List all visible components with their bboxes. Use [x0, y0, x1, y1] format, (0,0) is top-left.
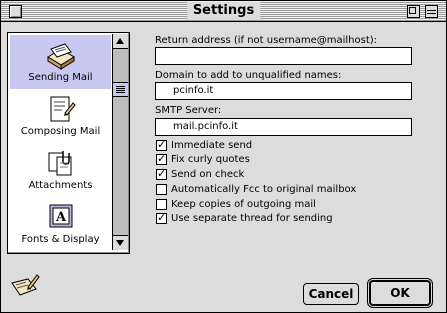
sidebar-item-composing-mail[interactable]: Composing Mail	[10, 89, 111, 143]
sidebar-item-attachments[interactable]: Attachments	[10, 143, 111, 197]
svg-text:A: A	[54, 210, 66, 225]
sidebar-item-label: Composing Mail	[20, 126, 101, 137]
checkbox[interactable]	[156, 199, 167, 210]
scroll-thumb[interactable]	[113, 82, 128, 97]
checkbox[interactable]	[156, 152, 167, 165]
return-address-label: Return address (if not username@mailhost…	[155, 35, 378, 46]
return-address-field[interactable]	[155, 47, 412, 65]
checkbox[interactable]	[156, 138, 167, 151]
window-title: Settings	[186, 2, 261, 20]
composing-mail-icon	[50, 96, 76, 122]
fonts-display-icon: A	[49, 204, 72, 228]
checkbox[interactable]	[156, 184, 167, 195]
option-label: Automatically Fcc to original mailbox	[171, 184, 357, 195]
smtp-server-label: SMTP Server:	[155, 105, 222, 116]
option-label: Immediate send	[171, 140, 253, 151]
sidebar-item-label: Sending Mail	[28, 72, 93, 83]
scroll-down-arrow[interactable]	[113, 235, 128, 250]
domain-label: Domain to add to unqualified names:	[155, 70, 342, 81]
attachments-icon	[48, 151, 71, 176]
title-bar[interactable]: Settings	[1, 1, 446, 22]
settings-category-list: Sending Mail Composing Mail Attachments …	[7, 32, 130, 254]
category-list-content: Sending Mail Composing Mail Attachments …	[10, 35, 111, 249]
option-label: Fix curly quotes	[171, 154, 250, 165]
category-list-scrollbar[interactable]	[112, 34, 128, 250]
sidebar-item-label: Attachments	[28, 180, 93, 191]
option-keep-copies[interactable]: Keep copies of outgoing mail	[156, 199, 316, 212]
option-immediate-send[interactable]: Immediate send	[156, 138, 253, 153]
zoom-box[interactable]	[407, 5, 420, 18]
settings-window: Settings Sending Mail Composing Mail Att…	[0, 0, 447, 313]
option-auto-fcc[interactable]: Automatically Fcc to original mailbox	[156, 184, 356, 197]
option-fix-curly-quotes[interactable]: Fix curly quotes	[156, 152, 250, 167]
close-box[interactable]	[9, 5, 22, 18]
option-label: Keep copies of outgoing mail	[171, 199, 316, 210]
sidebar-item-sending-mail[interactable]: Sending Mail	[10, 35, 111, 89]
collapse-box[interactable]	[425, 5, 438, 18]
smtp-server-field[interactable]: mail.pcinfo.it	[155, 118, 412, 136]
checkbox[interactable]	[156, 167, 167, 180]
scroll-up-arrow[interactable]	[113, 34, 128, 49]
signature-pen-icon	[11, 274, 40, 296]
sending-mail-icon	[46, 43, 75, 70]
domain-field[interactable]: pcinfo.it	[155, 82, 412, 100]
sidebar-item-label: Fonts & Display	[21, 234, 100, 245]
option-label: Use separate thread for sending	[171, 213, 333, 224]
option-separate-thread[interactable]: Use separate thread for sending	[156, 211, 333, 226]
ok-button[interactable]: OK	[367, 278, 433, 308]
cancel-button[interactable]: Cancel	[303, 283, 359, 305]
checkbox[interactable]	[156, 211, 167, 224]
option-send-on-check[interactable]: Send on check	[156, 167, 245, 182]
option-label: Send on check	[171, 169, 245, 180]
sidebar-item-fonts-display[interactable]: A Fonts & Display	[10, 197, 111, 249]
